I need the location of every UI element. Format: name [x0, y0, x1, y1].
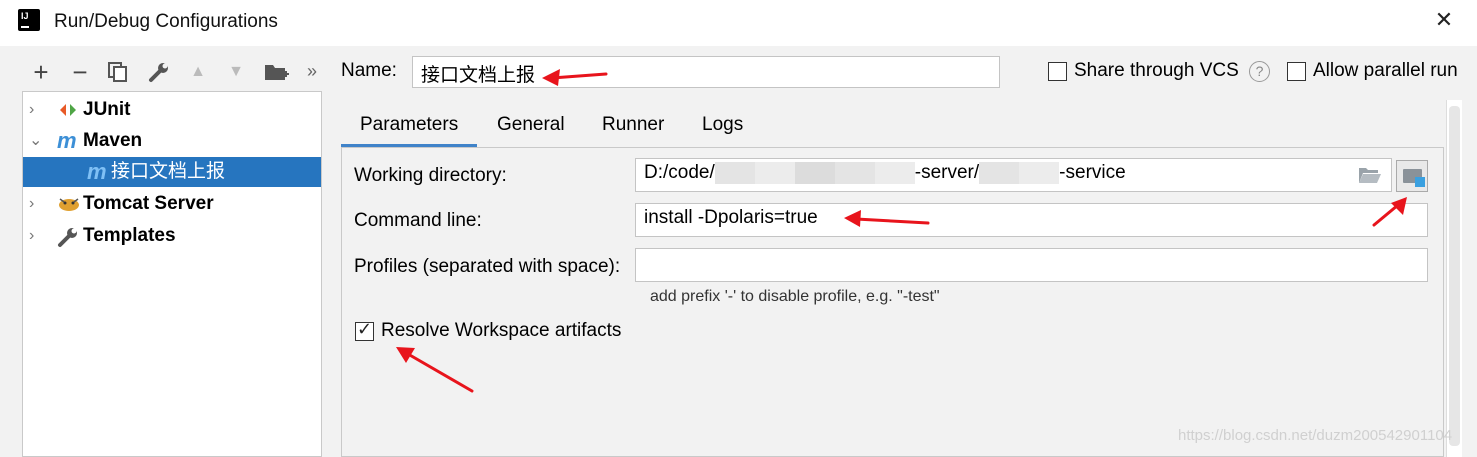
- annotation-arrow: [854, 217, 930, 225]
- annotation-arrowhead: [844, 210, 861, 227]
- annotation-arrow: [406, 352, 474, 393]
- annotation-arrows: [396, 69, 1407, 393]
- annotation-arrow: [1372, 203, 1400, 227]
- annotation-arrow: [550, 72, 608, 80]
- annotation-arrowhead: [542, 69, 560, 86]
- annotation-arrowhead: [1391, 197, 1407, 215]
